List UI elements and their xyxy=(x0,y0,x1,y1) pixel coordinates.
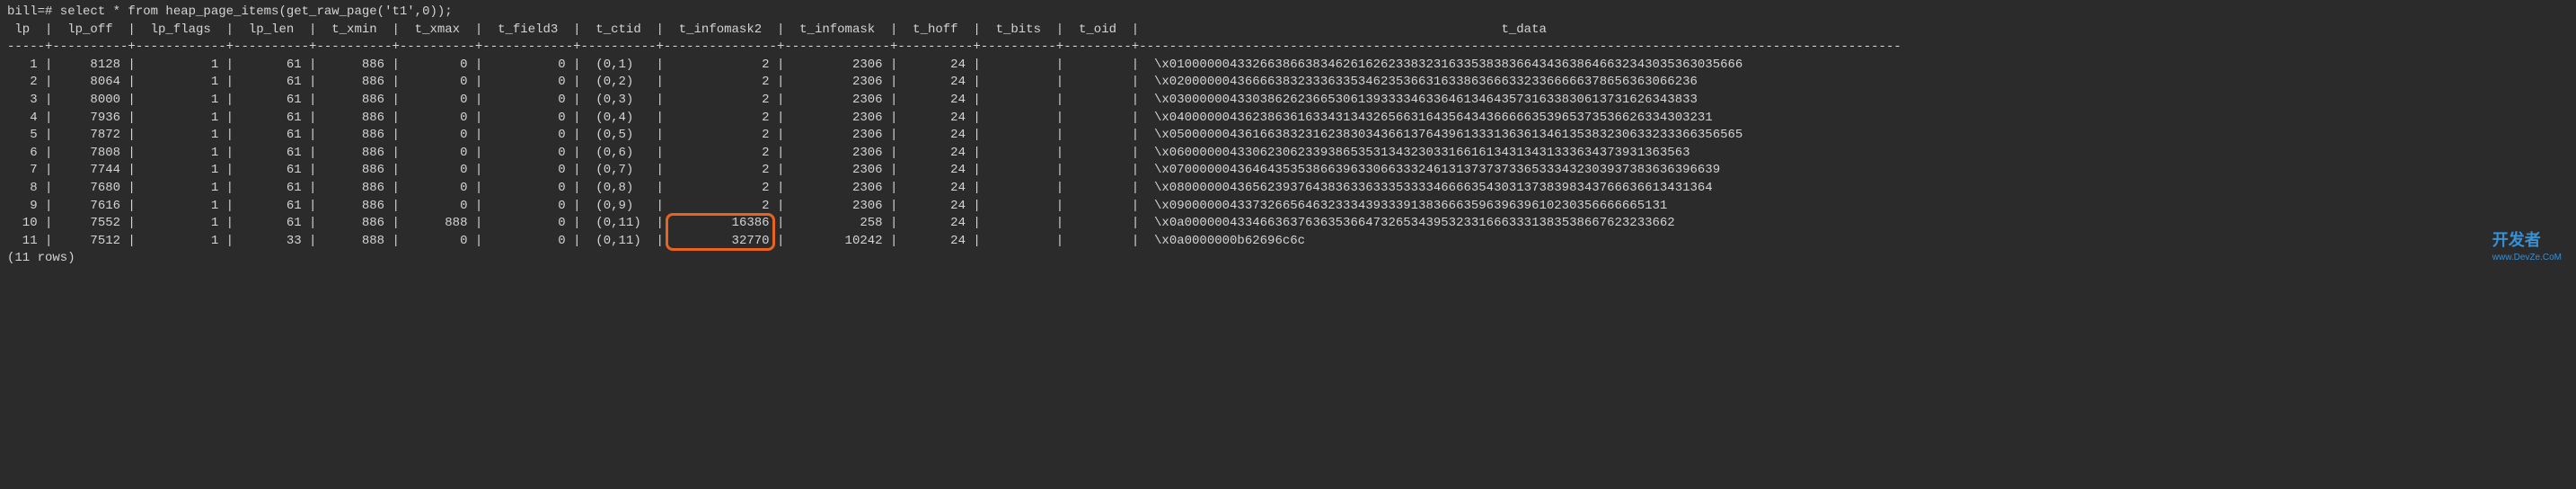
table-row: 4 | 7936 | 1 | 61 | 886 | 0 | 0 | (0,4) … xyxy=(7,111,1713,125)
table-row: 5 | 7872 | 1 | 61 | 886 | 0 | 0 | (0,5) … xyxy=(7,128,1742,142)
table-row: 1 | 8128 | 1 | 61 | 886 | 0 | 0 | (0,1) … xyxy=(7,58,1742,72)
table-row: 6 | 7808 | 1 | 61 | 886 | 0 | 0 | (0,6) … xyxy=(7,146,1690,160)
table-separator: -----+----------+------------+----------… xyxy=(7,40,1901,54)
table-row: 10 | 7552 | 1 | 61 | 886 | 888 | 0 | (0,… xyxy=(7,216,1675,230)
table-row: 3 | 8000 | 1 | 61 | 886 | 0 | 0 | (0,3) … xyxy=(7,93,1698,107)
table-row: 2 | 8064 | 1 | 61 | 886 | 0 | 0 | (0,2) … xyxy=(7,75,1698,89)
table-row: 11 | 7512 | 1 | 33 | 888 | 0 | 0 | (0,11… xyxy=(7,234,1305,248)
watermark-brand: 开发者 xyxy=(2492,231,2541,249)
row-count: (11 rows) xyxy=(7,251,75,265)
sql-prompt: bill=# select * from heap_page_items(get… xyxy=(7,4,453,19)
table-row: 7 | 7744 | 1 | 61 | 886 | 0 | 0 | (0,7) … xyxy=(7,163,1720,177)
table-header: lp | lp_off | lp_flags | lp_len | t_xmin… xyxy=(7,22,1901,37)
watermark: 开发者 www.DevZe.CoM xyxy=(2492,229,2562,264)
watermark-site: www.DevZe.CoM xyxy=(2492,252,2562,264)
table-row: 9 | 7616 | 1 | 61 | 886 | 0 | 0 | (0,9) … xyxy=(7,199,1667,213)
table-row: 8 | 7680 | 1 | 61 | 886 | 0 | 0 | (0,8) … xyxy=(7,181,1713,195)
terminal-output: bill=# select * from heap_page_items(get… xyxy=(7,4,2569,268)
